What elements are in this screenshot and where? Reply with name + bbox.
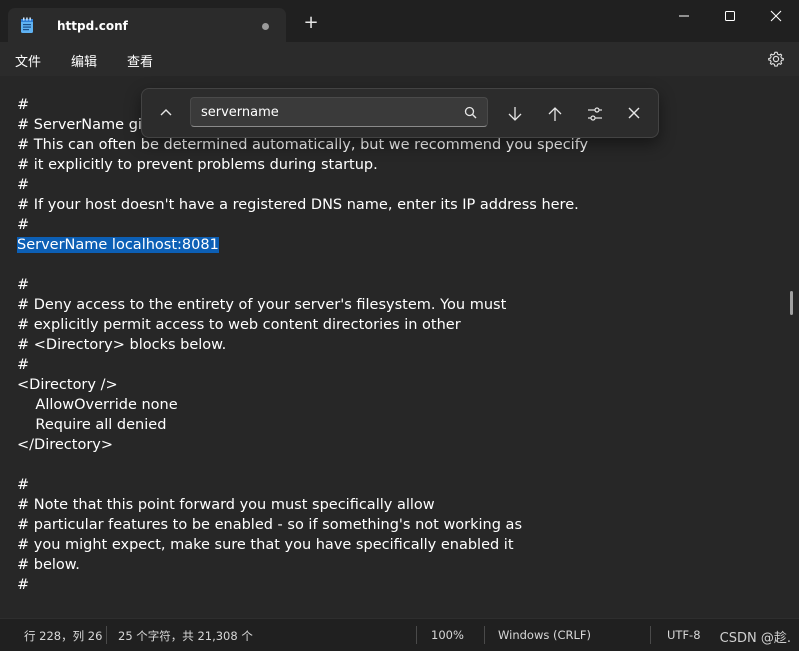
find-previous-up-icon[interactable] — [540, 99, 568, 127]
character-count: 25 个字符，共 21,308 个 — [118, 629, 253, 643]
code-line: # explicitly permit access to web conten… — [17, 317, 461, 333]
menu-view[interactable]: 查看 — [127, 51, 153, 70]
menu-bar: 文件 编辑 查看 — [0, 42, 799, 76]
zoom-level[interactable]: 100% — [431, 628, 464, 642]
code-area[interactable]: # # ServerName gives the name and port t… — [17, 95, 588, 595]
maximize-icon[interactable] — [707, 0, 753, 32]
plus-icon[interactable]: + — [302, 14, 320, 32]
selected-code-line: ServerName localhost:8081 — [17, 237, 219, 253]
code-line: <Directory /> — [17, 377, 118, 393]
find-options-icon[interactable] — [580, 99, 608, 127]
code-line: # below. — [17, 557, 80, 573]
code-line: # you might expect, make sure that you h… — [17, 537, 514, 553]
code-line: # — [17, 477, 30, 493]
status-divider — [650, 626, 651, 644]
code-line: # — [17, 177, 30, 193]
code-line: # — [17, 357, 30, 373]
find-next-down-icon[interactable] — [500, 99, 528, 127]
code-line: # This can often be determined automatic… — [17, 137, 589, 153]
code-line: # particular features to be enabled - so… — [17, 517, 523, 533]
code-line: # <Directory> blocks below. — [17, 337, 227, 353]
tab-title: httpd.conf — [57, 19, 128, 33]
text-editor[interactable]: # # ServerName gives the name and port t… — [0, 76, 799, 618]
code-line: # it explicitly to prevent problems duri… — [17, 157, 378, 173]
code-line: AllowOverride none — [17, 397, 178, 413]
code-line: # Deny access to the entirety of your se… — [17, 297, 507, 313]
unsaved-dot-icon[interactable] — [262, 23, 269, 30]
code-line: # — [17, 277, 30, 293]
tab-httpd-conf[interactable]: httpd.conf — [8, 8, 286, 42]
encoding[interactable]: UTF-8 — [667, 628, 701, 642]
status-divider — [106, 626, 107, 644]
status-bar: 行 228，列 26 25 个字符，共 21,308 个 100% Window… — [0, 618, 799, 651]
code-line: # — [17, 577, 30, 593]
close-icon[interactable] — [753, 0, 799, 32]
minimize-icon[interactable] — [661, 0, 707, 32]
code-line: # Note that this point forward you must … — [17, 497, 435, 513]
code-line: </Directory> — [17, 437, 114, 453]
vertical-scrollbar[interactable] — [790, 291, 793, 315]
line-ending[interactable]: Windows (CRLF) — [498, 628, 591, 642]
cursor-position: 行 228，列 26 — [24, 629, 103, 643]
code-line: # If your host doesn't have a registered… — [17, 197, 579, 213]
gear-icon[interactable] — [767, 50, 785, 68]
search-icon[interactable] — [464, 106, 477, 119]
close-icon[interactable] — [620, 99, 648, 127]
menu-edit[interactable]: 编辑 — [71, 51, 97, 70]
code-line: Require all denied — [17, 417, 167, 433]
notepad-icon — [21, 17, 33, 33]
title-bar: httpd.conf + — [0, 0, 799, 42]
code-line: # — [17, 217, 30, 233]
watermark: CSDN @趁. — [719, 631, 791, 646]
collapse-up-icon[interactable] — [152, 99, 180, 127]
status-divider — [416, 626, 417, 644]
find-panel — [141, 88, 659, 138]
status-divider — [484, 626, 485, 644]
find-search-box[interactable] — [190, 97, 488, 127]
search-input[interactable] — [201, 103, 451, 121]
menu-file[interactable]: 文件 — [15, 51, 41, 70]
